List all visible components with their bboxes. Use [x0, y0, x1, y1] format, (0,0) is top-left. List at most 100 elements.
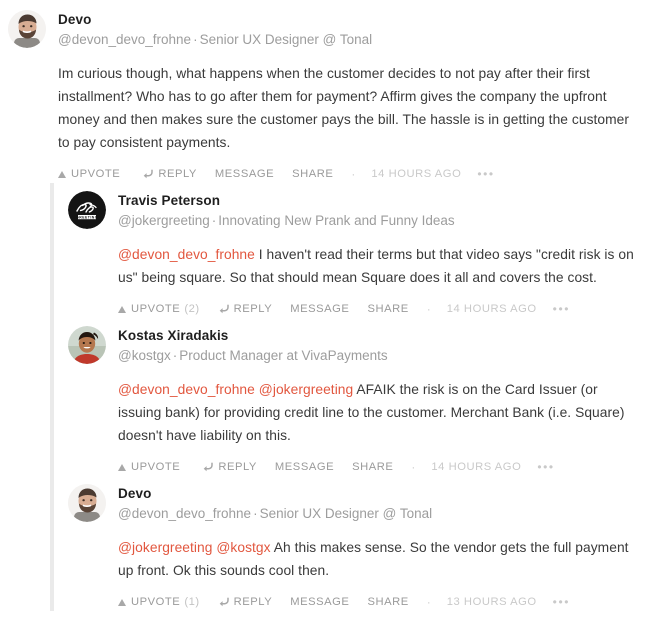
comment-actions: UPVOTE (2) REPLY MESSAGE SHARE · 14 HOUR…: [118, 302, 640, 318]
author-handle[interactable]: @devon_devo_frohne: [58, 32, 191, 47]
man-smiling-avatar-icon: [68, 326, 106, 364]
upvote-triangle-icon: [118, 305, 126, 313]
message-button[interactable]: MESSAGE: [275, 461, 334, 473]
upvote-button[interactable]: UPVOTE: [58, 168, 124, 180]
avatar[interactable]: [68, 484, 106, 522]
author-name[interactable]: Kostas Xiradakis: [118, 327, 640, 345]
author-meta: @jokergreeting · Innovating New Prank and …: [118, 211, 640, 231]
svg-text:GREETING: GREETING: [76, 215, 98, 219]
author-meta: @kostgx · Product Manager at VivaPayments: [118, 346, 640, 366]
comment-reply: Devo @devon_devo_frohne · Senior UX Design…: [68, 476, 652, 611]
reply-label: REPLY: [218, 461, 257, 473]
avatar[interactable]: [8, 10, 46, 48]
mention-link[interactable]: @jokergreeting: [118, 540, 212, 555]
more-options-button[interactable]: •••: [537, 461, 554, 473]
avatar[interactable]: GREETING: [68, 191, 106, 229]
reply-label: REPLY: [158, 168, 197, 180]
reply-label: REPLY: [233, 303, 273, 315]
timestamp: 14 HOURS AGO: [371, 168, 462, 180]
comment-text: @devon_devo_frohne @jokergreeting AFAIK …: [118, 378, 640, 447]
comment-root: Devo @devon_devo_frohne · Senior UX Design…: [0, 0, 652, 183]
comment-body: Devo @devon_devo_frohne · Senior UX Design…: [58, 10, 640, 183]
reply-button[interactable]: REPLY: [218, 303, 273, 315]
meta-separator: ·: [193, 32, 198, 47]
author-handle[interactable]: @jokergreeting: [118, 213, 210, 228]
man-bearded-avatar-icon: [8, 10, 46, 48]
thread-indent-line: [50, 183, 54, 611]
upvote-button[interactable]: UPVOTE (2): [118, 303, 200, 315]
message-button[interactable]: MESSAGE: [290, 303, 349, 315]
author-name[interactable]: Travis Peterson: [118, 192, 640, 210]
comment-reply: Kostas Xiradakis @kostgx · Product Manager…: [68, 318, 652, 476]
more-options-button[interactable]: •••: [553, 596, 570, 608]
author-meta: @devon_devo_frohne · Senior UX Designer @ …: [118, 504, 640, 524]
comment-body: Kostas Xiradakis @kostgx · Product Manager…: [118, 326, 640, 476]
action-separator: ·: [426, 302, 431, 316]
mention-link[interactable]: @devon_devo_frohne: [118, 247, 255, 262]
upvote-count: (1): [184, 596, 200, 608]
man-bearded-avatar-icon: [68, 484, 106, 522]
comment-actions: UPVOTE REPLY MESSAGE SHARE · 14 HOURS AG…: [118, 460, 640, 476]
reply-arrow-icon: [142, 169, 154, 179]
message-label: MESSAGE: [214, 168, 275, 180]
comment-body: Travis Peterson @jokergreeting · Innovatin…: [118, 191, 640, 318]
replies-container: GREETING Travis Peterson @jokergreeting ·…: [50, 183, 652, 611]
reply-button[interactable]: REPLY: [218, 596, 273, 608]
action-separator: ·: [351, 167, 356, 181]
reply-button[interactable]: REPLY: [202, 461, 257, 473]
share-label: SHARE: [292, 168, 334, 180]
author-title: Senior UX Designer @ Tonal: [199, 32, 373, 47]
author-name[interactable]: Devo: [58, 11, 640, 29]
mention-link[interactable]: @jokergreeting: [259, 382, 353, 397]
upvote-button[interactable]: UPVOTE: [118, 461, 184, 473]
reply-arrow-icon: [218, 597, 229, 607]
share-button[interactable]: SHARE: [352, 461, 393, 473]
avatar[interactable]: [68, 326, 106, 364]
upvote-label: UPVOTE: [131, 303, 181, 315]
timestamp: 14 HOURS AGO: [446, 303, 537, 315]
upvote-count: (2): [184, 303, 200, 315]
joker-greeting-logo-icon: GREETING: [68, 191, 106, 229]
author-handle[interactable]: @kostgx: [118, 348, 171, 363]
mention-link[interactable]: @devon_devo_frohne: [118, 382, 255, 397]
upvote-triangle-icon: [58, 170, 66, 178]
more-options-button[interactable]: •••: [553, 303, 570, 315]
meta-separator: ·: [172, 348, 178, 363]
action-separator: ·: [426, 595, 431, 609]
message-button[interactable]: MESSAGE: [290, 596, 349, 608]
author-name[interactable]: Devo: [118, 485, 640, 503]
comment-actions: UPVOTE (1) REPLY MESSAGE SHARE · 13 HOUR…: [118, 595, 640, 611]
comment-thread: Devo @devon_devo_frohne · Senior UX Design…: [0, 0, 652, 629]
comment-text: @devon_devo_frohne I haven't read their …: [118, 243, 640, 289]
message-label: MESSAGE: [274, 461, 335, 473]
upvote-label: UPVOTE: [71, 168, 121, 180]
mention-link[interactable]: @kostgx: [216, 540, 270, 555]
reply-arrow-icon: [202, 462, 214, 472]
author-handle[interactable]: @devon_devo_frohne: [118, 506, 251, 521]
reply-button[interactable]: REPLY: [142, 168, 197, 180]
timestamp: 14 HOURS AGO: [431, 461, 522, 473]
text-run: Im curious though, what happens when the…: [58, 66, 630, 150]
share-label: SHARE: [352, 461, 394, 473]
upvote-button[interactable]: UPVOTE (1): [118, 596, 200, 608]
author-title: Senior UX Designer @ Tonal: [259, 506, 433, 521]
action-separator: ·: [411, 460, 416, 474]
author-meta: @devon_devo_frohne · Senior UX Designer @ …: [58, 30, 640, 50]
reply-arrow-icon: [218, 304, 229, 314]
more-options-button[interactable]: •••: [477, 168, 494, 180]
meta-separator: ·: [211, 213, 217, 228]
upvote-triangle-icon: [118, 598, 126, 606]
reply-label: REPLY: [233, 596, 273, 608]
message-button[interactable]: MESSAGE: [215, 168, 274, 180]
share-button[interactable]: SHARE: [367, 303, 408, 315]
meta-separator: ·: [253, 506, 258, 521]
share-button[interactable]: SHARE: [367, 596, 408, 608]
comment-text: Im curious though, what happens when the…: [58, 62, 640, 154]
message-label: MESSAGE: [290, 303, 350, 315]
share-button[interactable]: SHARE: [292, 168, 333, 180]
comment-actions: UPVOTE REPLY MESSAGE SHARE · 14 HOURS AG…: [58, 167, 640, 183]
upvote-label: UPVOTE: [131, 461, 181, 473]
comment-text: @jokergreeting @kostgx Ah this makes sen…: [118, 536, 640, 582]
timestamp: 13 HOURS AGO: [446, 596, 537, 608]
comment-body: Devo @devon_devo_frohne · Senior UX Design…: [118, 484, 640, 611]
